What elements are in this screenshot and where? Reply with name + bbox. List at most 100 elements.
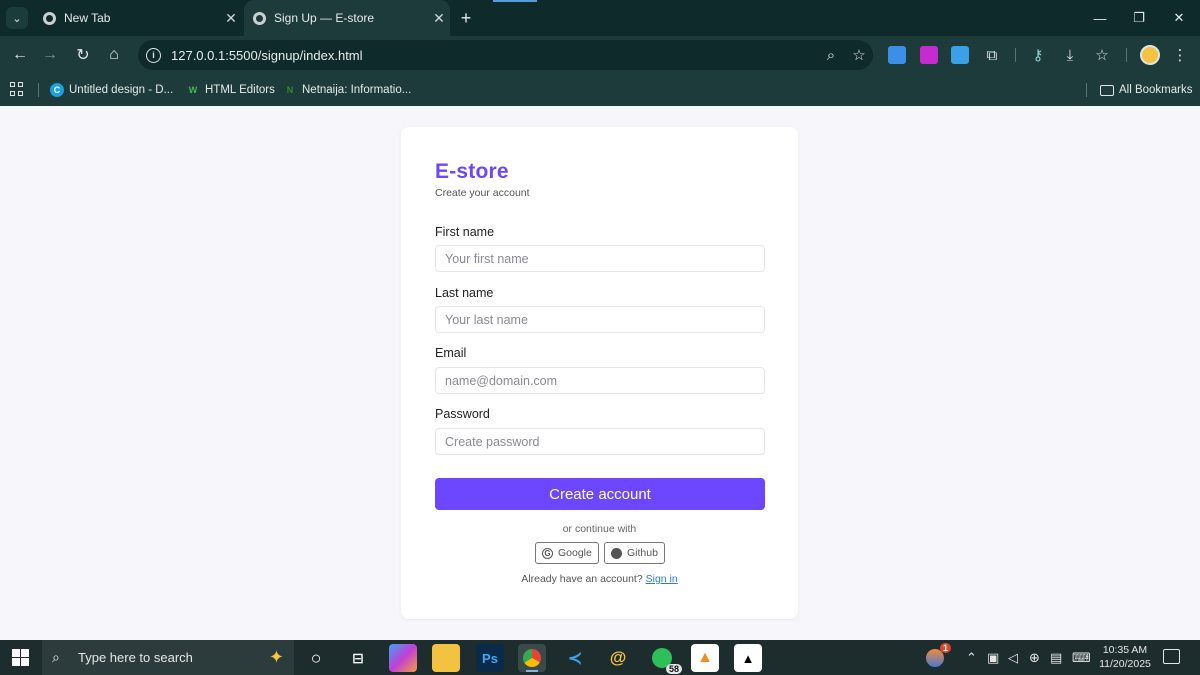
bookmark-separator [1086,83,1087,97]
page-viewport: E-store Create your account First name L… [0,106,1200,640]
bookmark-netnaija[interactable]: N Netnaija: Informatio... [283,80,412,100]
site-info-icon[interactable]: i [146,47,161,63]
star-icon[interactable]: ☆ [845,41,873,69]
close-icon[interactable]: ✕ [428,10,450,27]
google-icon: G [542,547,553,559]
search-placeholder: Type here to search [78,650,193,665]
email-input[interactable] [435,367,765,394]
extension-f-icon[interactable] [951,46,969,64]
browser-toolbar: ← → ↻ ⌂ i 127.0.0.1:5500/signup/index.ht… [0,36,1200,74]
password-label: Password [435,407,490,421]
brand-logo: E-store [435,160,509,183]
bookmark-untitled-design[interactable]: C Untitled design - D... [50,80,173,100]
n-logo-icon: N [286,85,294,95]
profile-avatar[interactable] [1140,45,1160,65]
new-tab-button[interactable]: + [455,7,477,29]
url-text[interactable]: 127.0.0.1:5500/signup/index.html [171,48,817,63]
globe-icon [253,11,266,25]
weather-icon[interactable]: 1 [921,643,951,672]
apps-grid-icon[interactable] [10,82,24,96]
volume-icon[interactable]: ◁ [1008,650,1018,666]
app-triangle-icon[interactable]: ▲ [734,644,762,672]
home-button[interactable]: ⌂ [102,43,126,67]
first-name-label: First name [435,225,495,239]
home-icon: ⌂ [109,46,119,63]
language-globe-icon[interactable]: ⊕ [1029,650,1040,666]
toolbar-separator [1126,48,1127,62]
bookmark-html-editors[interactable]: W HTML Editors [186,80,275,100]
address-bar[interactable]: i 127.0.0.1:5500/signup/index.html ⌕ ☆ [138,40,873,70]
extension-docs-icon[interactable] [888,46,906,64]
windows-taskbar: ⌕ Type here to search ✦ ○ ⊟ Ps ≺ @ 58 ▲ … [0,640,1200,675]
photoshop-icon[interactable]: Ps [476,644,504,672]
github-label: Github [627,547,658,559]
whatsapp-badge: 58 [665,664,682,674]
vscode-icon[interactable]: ≺ [561,644,589,672]
whatsapp-icon[interactable]: 58 [648,644,682,674]
divider-text: or continue with [562,523,637,535]
network-icon[interactable]: ▤ [1050,650,1062,666]
plus-icon: + [460,7,472,28]
copilot-icon[interactable] [389,644,417,672]
all-bookmarks-button[interactable]: All Bookmarks [1100,80,1193,100]
chevron-up-icon[interactable]: ⌃ [966,650,977,666]
bookmark-separator [38,83,39,97]
notification-center-icon[interactable] [1163,649,1180,664]
firebase-icon[interactable]: ▲ [691,644,719,672]
chrome-icon [43,11,56,25]
google-label: Google [558,547,592,559]
tab-signup[interactable]: Sign Up — E-store ✕ [244,0,450,36]
github-icon [611,547,622,559]
last-name-input[interactable] [435,306,765,333]
clock-time: 10:35 AM [1102,644,1148,656]
signin-link[interactable]: Sign in [646,573,678,585]
close-window-button[interactable]: ✕ [1156,0,1200,36]
password-input[interactable] [435,428,765,455]
signin-row: Already have an account? Sign in [401,573,798,585]
extension-download-icon[interactable] [920,46,938,64]
task-view-icon[interactable]: ⊟ [344,644,372,672]
signin-prompt: Already have an account? [521,573,643,585]
download-icon[interactable]: ⤓ [1060,45,1080,65]
page-subtitle: Create your account [435,187,530,199]
close-icon: ✕ [1173,10,1185,25]
bookmark-label: Netnaija: Informatio... [302,84,412,96]
google-button[interactable]: G Google [535,542,599,564]
tab-indicator [493,0,537,2]
cortana-icon[interactable]: ○ [302,644,330,672]
tab-strip: ⌄ New Tab ✕ Sign Up — E-store ✕ + — ❐ ✕ [0,0,1200,36]
extensions-puzzle-icon[interactable]: ⧉ [982,45,1002,65]
arrow-left-icon: ← [12,46,28,63]
folder-icon [1100,84,1114,96]
zoom-icon[interactable]: ⌕ [817,41,845,69]
first-name-input[interactable] [435,245,765,272]
minimize-icon: — [1093,10,1107,26]
tab-search-button[interactable]: ⌄ [6,7,28,29]
search-icon: ⌕ [52,649,60,665]
tab-title: New Tab [64,11,111,25]
signup-card: E-store Create your account First name L… [401,127,798,619]
forward-button[interactable]: → [38,43,62,67]
menu-kebab-icon[interactable]: ⋮ [1170,45,1190,65]
app-spiral-icon[interactable]: @ [604,644,632,672]
bookmarks-bar: C Untitled design - D... W HTML Editors … [0,74,1200,106]
taskbar-search[interactable]: ⌕ Type here to search ✦ [42,640,294,675]
back-button[interactable]: ← [8,43,32,67]
meet-now-icon[interactable]: ▣ [987,650,999,666]
system-clock[interactable]: 10:35 AM 11/20/2025 [1096,643,1154,671]
close-icon[interactable]: ✕ [220,10,242,27]
bookmark-label: Untitled design - D... [69,84,174,96]
file-explorer-icon[interactable] [432,644,460,672]
github-button[interactable]: Github [604,542,665,564]
tab-new-tab[interactable]: New Tab ✕ [34,0,242,36]
chrome-taskbar-icon[interactable] [518,644,546,672]
create-account-button[interactable]: Create account [435,478,765,510]
keyboard-icon[interactable]: ⌨ [1072,650,1091,666]
reading-list-icon[interactable]: ☆ [1092,45,1112,65]
all-bookmarks-label: All Bookmarks [1119,84,1193,96]
arrow-right-icon: → [42,46,58,63]
notification-badge: 1 [939,643,951,653]
windows-start-icon[interactable] [12,649,29,666]
reload-button[interactable]: ↻ [71,43,95,67]
password-key-icon[interactable]: ⚷ [1028,45,1048,65]
